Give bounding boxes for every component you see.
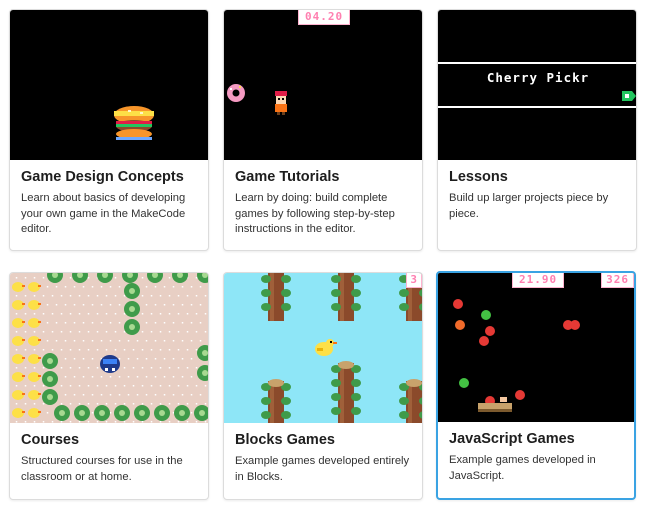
card-thumbnail <box>10 10 208 160</box>
bush-sprite-icon <box>94 405 110 421</box>
duck-sprite-icon <box>12 336 25 346</box>
bush-sprite-icon <box>124 319 140 335</box>
play-arrow-icon <box>622 91 636 101</box>
card-description: Learn about basics of developing your ow… <box>21 192 186 235</box>
duck-sprite-icon <box>12 372 25 382</box>
bush-sprite-icon <box>194 405 208 421</box>
bush-sprite-icon <box>154 405 170 421</box>
tree-pipe-sprite-icon <box>399 379 422 423</box>
hud-score: 3 <box>406 273 422 288</box>
card-courses[interactable]: Courses Structured courses for use in th… <box>9 272 209 500</box>
duck-sprite-icon <box>28 408 41 418</box>
bush-sprite-icon <box>47 273 63 283</box>
bush-sprite-icon <box>124 283 140 299</box>
duck-sprite-icon <box>28 300 41 310</box>
card-title: JavaScript Games <box>449 431 575 447</box>
bush-sprite-icon <box>122 273 138 283</box>
title-banner: Cherry Pickr <box>438 62 636 108</box>
bush-sprite-icon <box>42 371 58 387</box>
hud-score: 04.20 <box>298 10 351 25</box>
card-title: Lessons <box>449 169 508 185</box>
bush-sprite-icon <box>172 273 188 283</box>
fruit-sprite-icon <box>459 378 469 388</box>
card-blocks-games[interactable]: 3 Blocks Games Example games developed e… <box>223 272 423 500</box>
duck-sprite-icon <box>12 282 25 292</box>
bush-sprite-icon <box>197 345 208 361</box>
card-thumbnail: 04.20 <box>224 10 422 160</box>
duck-sprite-icon <box>315 339 337 356</box>
tree-pipe-sprite-icon <box>331 361 361 423</box>
bush-sprite-icon <box>54 405 70 421</box>
duck-sprite-icon <box>12 300 25 310</box>
hud-timer: 21.90 <box>512 273 565 288</box>
bush-sprite-icon <box>147 273 163 283</box>
card-thumbnail <box>10 273 208 423</box>
bush-sprite-icon <box>197 273 208 283</box>
card-description: Structured courses for use in the classr… <box>21 455 183 483</box>
duck-sprite-icon <box>12 390 25 400</box>
character-sprite-icon <box>275 91 287 115</box>
bush-sprite-icon <box>124 301 140 317</box>
fruit-sprite-icon <box>515 390 525 400</box>
bush-sprite-icon <box>42 353 58 369</box>
card-thumbnail: 3 <box>224 273 422 423</box>
duck-sprite-icon <box>28 282 41 292</box>
fruit-sprite-icon <box>453 299 463 309</box>
bush-sprite-icon <box>74 405 90 421</box>
banner-text: Cherry Pickr <box>486 70 590 85</box>
card-thumbnail: 21.90 326 <box>438 273 634 422</box>
hud-score: 326 <box>601 273 634 288</box>
card-description: Example games developed entirely in Bloc… <box>235 455 410 483</box>
donut-sprite-icon <box>227 84 245 102</box>
card-game-design-concepts[interactable]: Game Design Concepts Learn about basics … <box>9 9 209 251</box>
duck-sprite-icon <box>12 354 25 364</box>
tree-pipe-sprite-icon <box>261 273 291 321</box>
bush-sprite-icon <box>197 365 208 381</box>
duck-sprite-icon <box>12 318 25 328</box>
duck-sprite-icon <box>28 318 41 328</box>
bush-sprite-icon <box>114 405 130 421</box>
duck-sprite-icon <box>28 354 41 364</box>
card-title: Blocks Games <box>235 432 335 448</box>
bush-sprite-icon <box>134 405 150 421</box>
tree-pipe-sprite-icon <box>261 379 291 423</box>
fruit-sprite-icon <box>570 320 580 330</box>
fruit-sprite-icon <box>481 310 491 320</box>
card-lessons[interactable]: Cherry Pickr Lessons Build up larger pro… <box>437 9 637 251</box>
card-thumbnail: Cherry Pickr <box>438 10 636 160</box>
fruit-sprite-icon <box>485 326 495 336</box>
card-description: Learn by doing: build complete games by … <box>235 192 395 235</box>
fruit-sprite-icon <box>479 336 489 346</box>
fruit-sprite-icon <box>455 320 465 330</box>
card-game-tutorials[interactable]: 04.20 Game Tutorials Learn by doing: bui… <box>223 9 423 251</box>
card-title: Courses <box>21 432 80 448</box>
bush-sprite-icon <box>72 273 88 283</box>
bush-sprite-icon <box>97 273 113 283</box>
duck-sprite-icon <box>28 390 41 400</box>
duck-sprite-icon <box>12 408 25 418</box>
duck-sprite-icon <box>28 372 41 382</box>
tree-pipe-sprite-icon <box>331 273 361 321</box>
basket-sprite-icon <box>478 397 512 412</box>
card-title: Game Tutorials <box>235 169 340 185</box>
bush-sprite-icon <box>42 389 58 405</box>
character-sprite-icon <box>100 355 120 373</box>
card-javascript-games[interactable]: 21.90 326 JavaScript Games Example games… <box>436 271 636 500</box>
duck-sprite-icon <box>28 336 41 346</box>
card-title: Game Design Concepts <box>21 169 184 185</box>
card-description: Example games developed in JavaScript. <box>449 454 596 482</box>
burger-sprite-icon <box>114 106 154 140</box>
card-description: Build up larger projects piece by piece. <box>449 192 609 220</box>
bush-sprite-icon <box>174 405 190 421</box>
